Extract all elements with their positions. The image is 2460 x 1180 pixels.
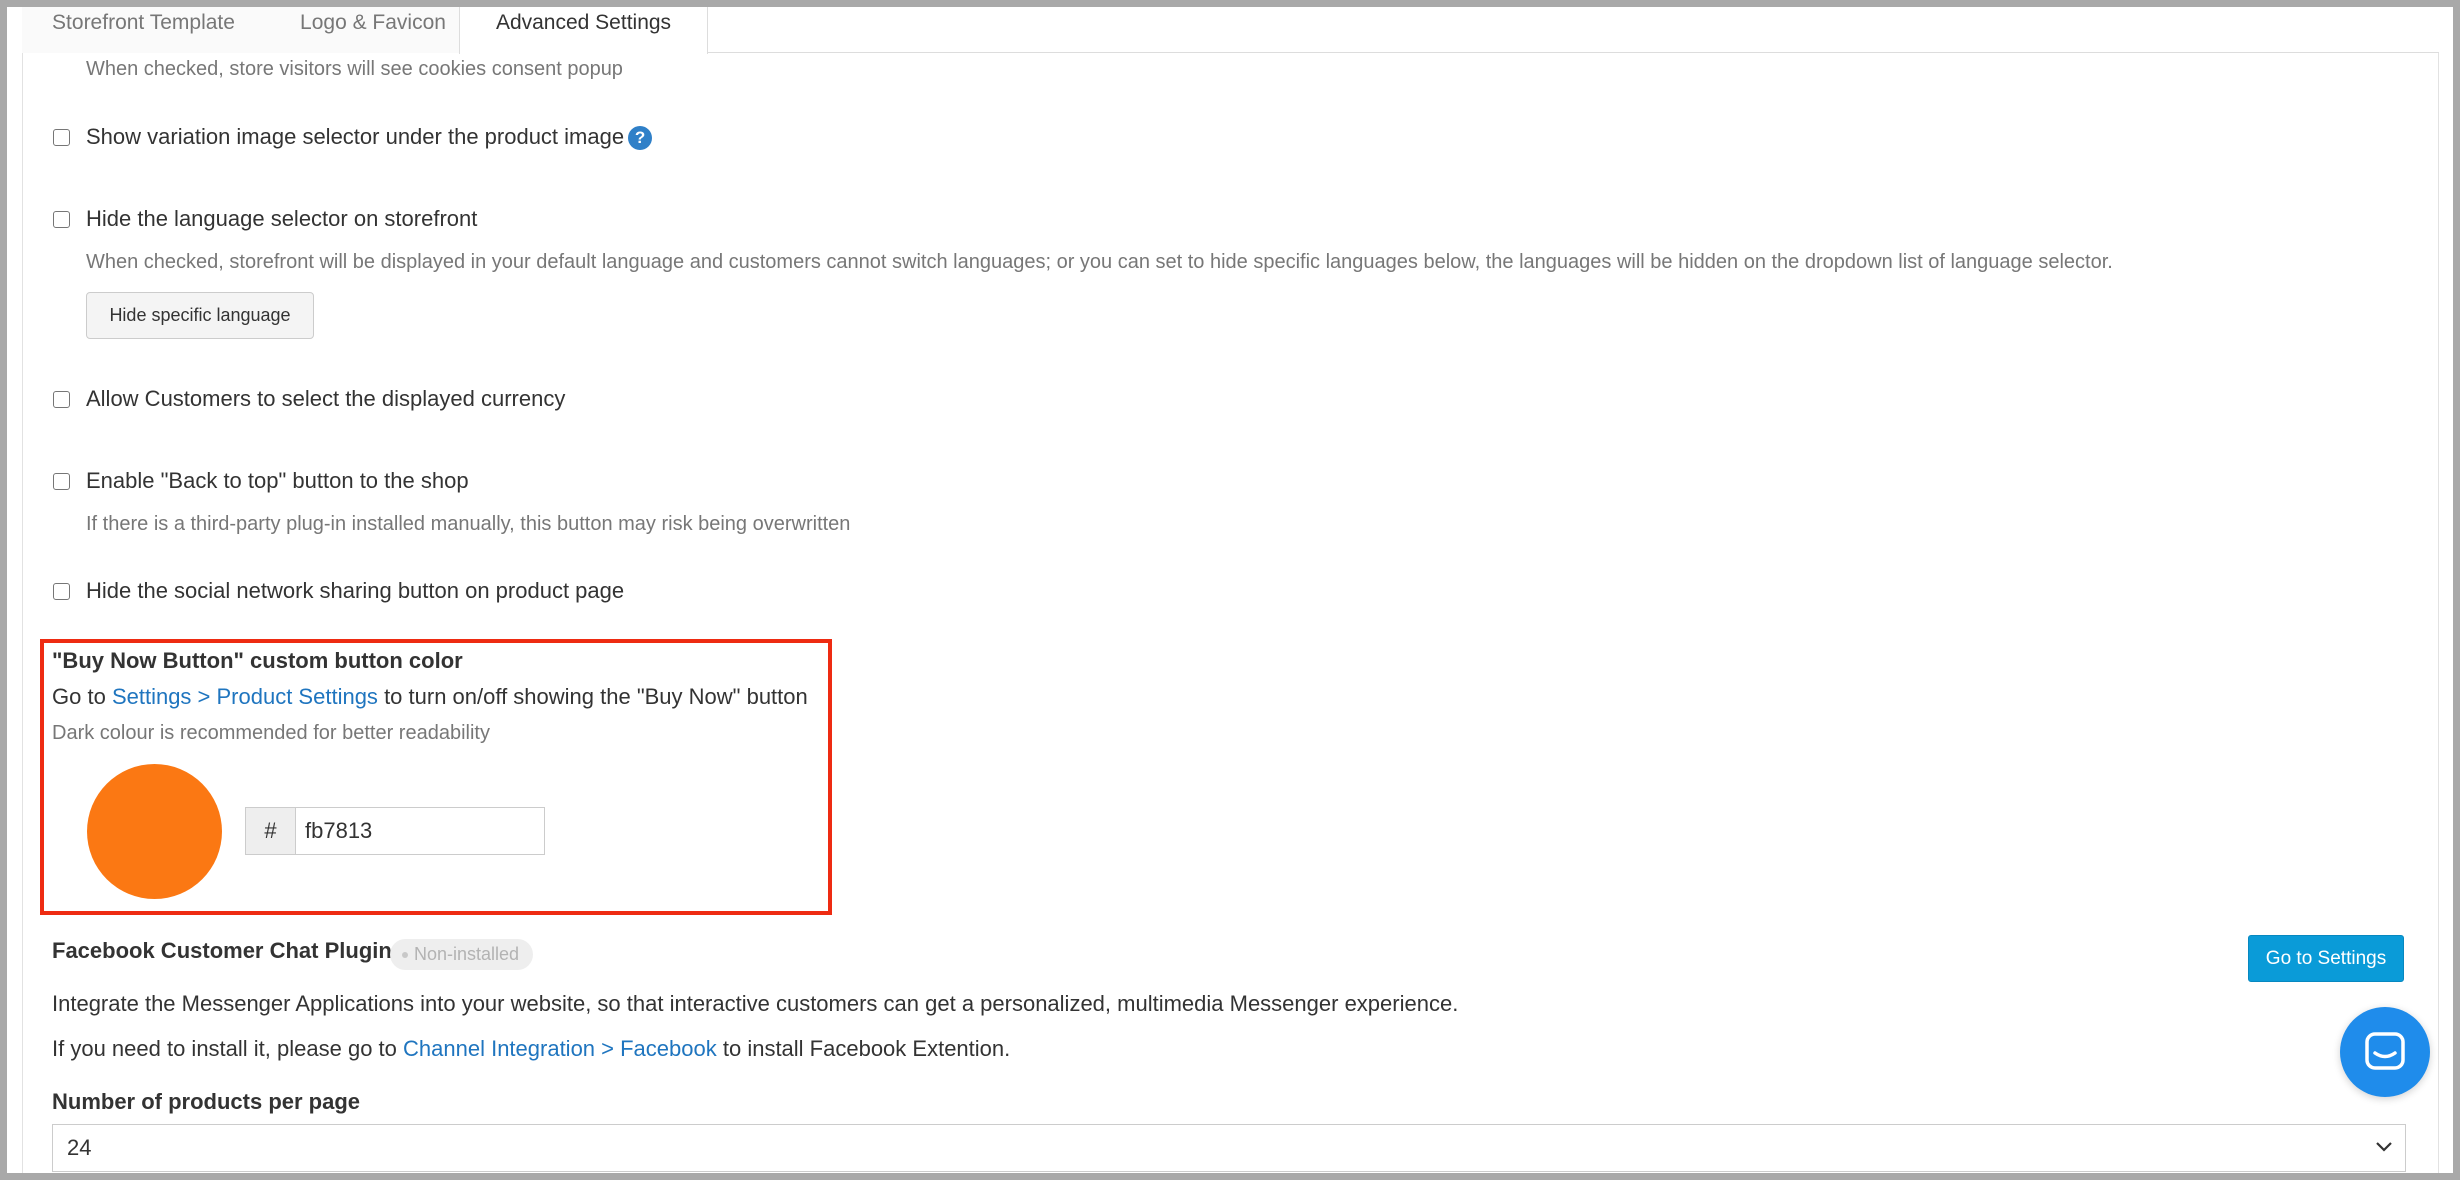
products-per-page-select[interactable]: 24 <box>52 1124 2406 1172</box>
variation-selector-checkbox[interactable] <box>53 129 70 146</box>
products-per-page-label: Number of products per page <box>52 1089 361 1114</box>
buy-now-hint: Dark colour is recommended for better re… <box>52 722 490 744</box>
currency-label[interactable]: Allow Customers to select the displayed … <box>86 386 565 412</box>
settings-tabs: Storefront Template Logo & Favicon Advan… <box>22 0 2439 54</box>
tab-logo-favicon[interactable]: Logo & Favicon <box>265 0 481 53</box>
install-prefix-text: If you need to install it, please go to <box>52 1036 397 1061</box>
variation-selector-text: Show variation image selector under the … <box>86 124 625 149</box>
hide-language-help: When checked, storefront will be display… <box>86 251 2113 273</box>
status-badge-text: Non-installed <box>414 944 520 964</box>
currency-checkbox[interactable] <box>53 391 70 408</box>
products-per-page-value: 24 <box>67 1135 92 1160</box>
hash-addon: # <box>245 807 296 855</box>
back-to-top-help: If there is a third-party plug-in instal… <box>86 513 851 535</box>
panel-left-border <box>22 52 23 1174</box>
buy-now-go-to-text: Go to <box>52 684 106 709</box>
tab-storefront-template[interactable]: Storefront Template <box>22 0 265 53</box>
facebook-install-instruction: If you need to install it, please go to … <box>52 1036 1010 1062</box>
back-to-top-label[interactable]: Enable "Back to top" button to the shop <box>86 468 469 494</box>
hide-language-label[interactable]: Hide the language selector on storefront <box>86 206 477 232</box>
panel-right-border <box>2438 52 2439 1174</box>
chat-launcher-button[interactable] <box>2340 1007 2430 1097</box>
tab-advanced-settings[interactable]: Advanced Settings <box>459 0 708 54</box>
buy-now-title: "Buy Now Button" custom button color <box>52 648 463 673</box>
go-to-settings-button[interactable]: Go to Settings <box>2248 935 2404 982</box>
chat-bubble-icon <box>2365 1032 2405 1070</box>
back-to-top-checkbox[interactable] <box>53 473 70 490</box>
hide-language-checkbox[interactable] <box>53 211 70 228</box>
install-suffix-text: to install Facebook Extention. <box>722 1036 1011 1061</box>
buy-now-after-link-text: to turn on/off showing the "Buy Now" but… <box>384 684 808 709</box>
buy-now-instruction: Go to Settings > Product Settings to tur… <box>52 684 808 710</box>
product-settings-link[interactable]: Settings > Product Settings <box>112 684 378 709</box>
hide-specific-language-button[interactable]: Hide specific language <box>86 292 314 339</box>
cookies-help-text: When checked, store visitors will see co… <box>86 58 623 80</box>
variation-selector-label[interactable]: Show variation image selector under the … <box>86 124 653 151</box>
chevron-down-icon <box>2376 1142 2392 1152</box>
color-swatch[interactable] <box>87 764 222 899</box>
social-share-label[interactable]: Hide the social network sharing button o… <box>86 578 624 604</box>
question-circle-icon[interactable]: ? <box>628 126 653 151</box>
status-badge: Non-installed <box>390 939 534 970</box>
facebook-description: Integrate the Messenger Applications int… <box>52 991 1459 1016</box>
facebook-plugin-title: Facebook Customer Chat Plugin <box>52 938 392 963</box>
social-share-checkbox[interactable] <box>53 583 70 600</box>
status-dot-icon <box>402 952 408 959</box>
hex-color-input[interactable]: fb7813 <box>295 807 545 855</box>
channel-integration-link[interactable]: Channel Integration > Facebook <box>403 1036 717 1061</box>
